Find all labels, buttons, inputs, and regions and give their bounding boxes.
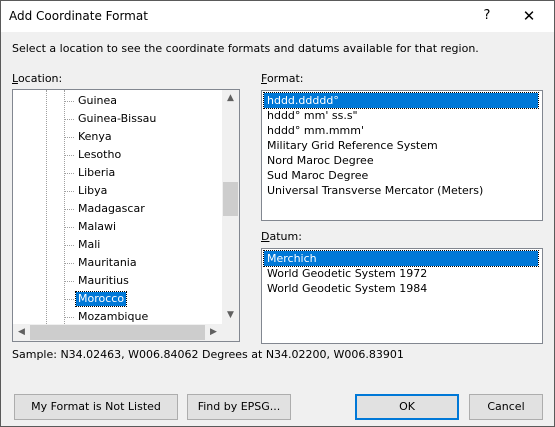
tree-item-liberia[interactable]: Liberia [13, 164, 222, 182]
sample-text: Sample: N34.02463, W006.84062 Degrees at… [12, 348, 404, 361]
tree-connector-line [65, 155, 74, 156]
tree-item-mauritania[interactable]: Mauritania [13, 254, 222, 272]
tree-connector-line [65, 281, 74, 282]
vertical-scroll-thumb[interactable] [223, 182, 238, 216]
tree-item-label: Mauritania [78, 256, 137, 269]
format-list-item[interactable]: hddd.ddddd° [263, 92, 539, 109]
tree-connector-line [65, 101, 74, 102]
format-list[interactable]: hddd.ddddd° hddd° mm' ss.s" hddd° mm.mmm' M… [261, 90, 543, 221]
tree-item-mali[interactable]: Mali [13, 236, 222, 254]
tree-item-label: Mauritius [78, 274, 129, 287]
tree-item-label: Kenya [78, 130, 112, 143]
tree-item-label: Morocco [74, 291, 128, 307]
location-tree-items: Guinea Guinea-Bissau Kenya Lesotho Liberia Li… [13, 90, 222, 324]
tree-item-guinea-bissau[interactable]: Guinea-Bissau [13, 110, 222, 128]
ok-button[interactable]: OK [355, 394, 459, 420]
scroll-down-icon[interactable]: ▼ [222, 307, 239, 324]
find-by-epsg-button[interactable]: Find by EPSG... [187, 394, 291, 420]
tree-item-morocco[interactable]: Morocco [13, 290, 222, 308]
format-list-item[interactable]: hddd° mm' ss.s" [264, 108, 534, 123]
close-icon[interactable]: ✕ [507, 1, 551, 31]
tree-item-label: Madagascar [78, 202, 145, 215]
scroll-right-icon[interactable]: ▶ [205, 324, 222, 341]
tree-item-kenya[interactable]: Kenya [13, 128, 222, 146]
horizontal-scroll-thumb[interactable] [30, 325, 205, 340]
scrollbar-corner [222, 324, 239, 341]
datum-list-item[interactable]: World Geodetic System 1984 [264, 281, 534, 296]
datum-label: Datum: [261, 230, 302, 243]
cancel-button[interactable]: Cancel [469, 394, 543, 420]
datum-list[interactable]: Merchich World Geodetic System 1972 World … [261, 248, 543, 344]
format-list-item[interactable]: Nord Maroc Degree [264, 153, 534, 168]
format-label: Format: [261, 72, 304, 85]
location-horizontal-scrollbar[interactable]: ◀ ▶ [13, 324, 222, 341]
tree-item-label: Libya [78, 184, 108, 197]
tree-item-label: Guinea-Bissau [78, 112, 157, 125]
scroll-left-icon[interactable]: ◀ [13, 324, 30, 341]
tree-item-mauritius[interactable]: Mauritius [13, 272, 222, 290]
my-format-not-listed-button[interactable]: My Format is Not Listed [14, 394, 178, 420]
tree-connector-line [65, 137, 74, 138]
datum-list-item[interactable]: Merchich [263, 250, 539, 267]
format-list-item[interactable]: Sud Maroc Degree [264, 168, 534, 183]
tree-item-malawi[interactable]: Malawi [13, 218, 222, 236]
add-coordinate-format-dialog: Add Coordinate Format ? ✕ Select a locat… [0, 0, 555, 427]
tree-item-libya[interactable]: Libya [13, 182, 222, 200]
title-bar: Add Coordinate Format ? ✕ [1, 1, 554, 32]
tree-item-label: Malawi [78, 220, 117, 233]
tree-connector-line [65, 299, 74, 300]
tree-connector-line [65, 173, 74, 174]
tree-item-madagascar[interactable]: Madagascar [13, 200, 222, 218]
format-list-item[interactable]: Military Grid Reference System [264, 138, 534, 153]
tree-item-label: Mali [78, 238, 101, 251]
tree-connector-line [65, 191, 74, 192]
tree-item-label: Lesotho [78, 148, 122, 161]
location-vertical-scrollbar[interactable]: ▲ ▼ [222, 90, 239, 324]
tree-connector-line [65, 227, 74, 228]
tree-connector-line [65, 263, 74, 264]
tree-connector-line [65, 119, 74, 120]
location-label: Location: [12, 72, 63, 85]
help-icon[interactable]: ? [465, 1, 509, 31]
tree-item-label: Mozambique [78, 310, 149, 323]
location-tree[interactable]: Guinea Guinea-Bissau Kenya Lesotho Liberia Li… [12, 89, 240, 342]
tree-item-lesotho[interactable]: Lesotho [13, 146, 222, 164]
tree-connector-line [65, 209, 74, 210]
format-list-item[interactable]: hddd° mm.mmm' [264, 123, 534, 138]
tree-connector-line [65, 245, 74, 246]
scroll-up-icon[interactable]: ▲ [222, 90, 239, 107]
datum-list-item[interactable]: World Geodetic System 1972 [264, 266, 534, 281]
tree-item-mozambique[interactable]: Mozambique [13, 308, 222, 324]
instructions-text: Select a location to see the coordinate … [12, 42, 479, 55]
window-title: Add Coordinate Format [9, 9, 148, 23]
tree-item-guinea[interactable]: Guinea [13, 92, 222, 110]
tree-item-label: Guinea [78, 94, 118, 107]
tree-connector-line [65, 317, 74, 318]
tree-item-label: Liberia [78, 166, 116, 179]
format-list-item[interactable]: Universal Transverse Mercator (Meters) [264, 183, 534, 198]
